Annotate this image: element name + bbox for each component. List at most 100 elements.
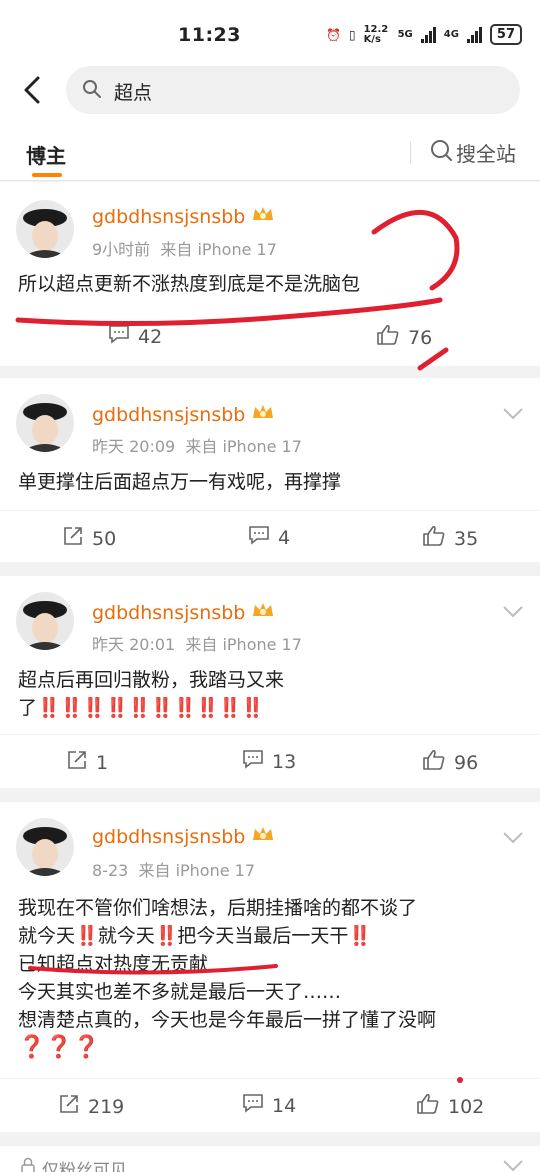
tab-bar: 博主 搜全站 xyxy=(0,120,540,181)
username[interactable]: gdbdhsnsjsnsbb xyxy=(92,600,275,625)
tab-bloggers[interactable]: 博主 xyxy=(26,140,66,169)
search-input[interactable] xyxy=(112,75,496,107)
like-count: 102 xyxy=(448,1095,485,1118)
repost-icon xyxy=(58,1093,80,1120)
post-text[interactable]: 我现在不管你们啥想法，后期挂播啥的都不谈了 就今天‼️就今天‼️把今天当最后一天… xyxy=(18,894,522,1062)
repost-button[interactable]: 50 xyxy=(62,525,116,552)
comment-icon xyxy=(248,525,270,550)
search-all-label: 搜全站 xyxy=(456,142,516,166)
like-count: 96 xyxy=(454,751,479,774)
repost-count: 1 xyxy=(96,751,109,774)
crown-badge-icon xyxy=(251,204,275,229)
battery-icon: 57 xyxy=(489,24,522,45)
comment-icon xyxy=(108,324,130,349)
post-card[interactable]: gdbdhsnsjsnsbb 昨天 20:09 来自 iPhone 17 单更撑… xyxy=(0,378,540,562)
search-icon xyxy=(82,79,102,103)
like-button[interactable]: 35 xyxy=(422,525,478,552)
post-actions: 50 4 35 xyxy=(0,510,540,567)
comment-button[interactable]: 42 xyxy=(108,324,162,349)
double-exclamation-mark: ‼️ xyxy=(348,925,372,947)
chevron-down-icon[interactable] xyxy=(502,830,524,844)
crown-badge-icon xyxy=(251,402,275,427)
signal-bars-icon xyxy=(420,26,436,43)
tab-indicator xyxy=(32,173,62,177)
post-source: 来自 iPhone 17 xyxy=(185,635,302,654)
username[interactable]: gdbdhsnsjsnsbb xyxy=(92,402,275,427)
comment-count: 42 xyxy=(138,325,163,348)
like-button[interactable]: 96 xyxy=(422,749,478,776)
post-meta: 9小时前 来自 iPhone 17 xyxy=(92,236,277,260)
comment-button[interactable]: 4 xyxy=(248,525,290,550)
post-time: 昨天 20:09 xyxy=(92,437,176,456)
post-card[interactable]: gdbdhsnsjsnsbb 8-23 来自 iPhone 17 我现在不管你们… xyxy=(0,802,540,1132)
post-card-partial[interactable]: 仅粉丝可见 xyxy=(0,1146,540,1172)
double-exclamation-mark: ‼️ xyxy=(154,925,179,947)
search-icon xyxy=(430,139,452,166)
post-source: 来自 iPhone 17 xyxy=(160,240,277,259)
double-exclamation-marks: ‼️‼️‼️‼️‼️‼️‼️‼️‼️‼️ xyxy=(37,697,265,719)
net-speed: 12.2 K/s xyxy=(363,23,389,45)
like-button[interactable]: 102 xyxy=(416,1093,484,1120)
double-exclamation-mark: ‼️ xyxy=(75,925,99,947)
like-icon xyxy=(422,749,446,776)
repost-icon xyxy=(62,525,84,552)
like-count: 35 xyxy=(454,527,479,550)
status-icons: ⏰ ▯ 12.2 K/s 5G 4G 57 xyxy=(326,24,522,45)
post-card[interactable]: gdbdhsnsjsnsbb 9小时前 来自 iPhone 17 所以超点更新不… xyxy=(0,182,540,366)
post-time: 8-23 xyxy=(92,861,129,880)
post-text-line: 我现在不管你们啥想法，后期挂播啥的都不谈了 xyxy=(18,897,418,919)
vibrate-icon: ▯ xyxy=(348,27,356,42)
search-header xyxy=(0,62,540,120)
avatar[interactable] xyxy=(16,818,74,876)
post-text[interactable]: 超点后再回归散粉，我踏马又来 了‼️‼️‼️‼️‼️‼️‼️‼️‼️‼️ xyxy=(18,666,522,722)
signal-4g: 4G xyxy=(443,29,459,40)
post-time: 昨天 20:01 xyxy=(92,635,176,654)
back-icon[interactable] xyxy=(20,74,48,106)
post-meta: 8-23 来自 iPhone 17 xyxy=(92,857,255,881)
post-text-line: 想清楚点真的，今天也是今年最后一拼了懂了没啊 xyxy=(18,1009,437,1031)
comment-icon xyxy=(242,1093,264,1118)
post-actions: 219 14 102 xyxy=(0,1078,540,1135)
post-text-line: 今天其实也差不多就是最后一天了…… xyxy=(18,981,342,1003)
repost-button[interactable]: 219 xyxy=(58,1093,124,1120)
post-meta: 昨天 20:01 来自 iPhone 17 xyxy=(92,631,302,655)
post-text[interactable]: 单更撑住后面超点万一有戏呢，再撑撑 xyxy=(18,468,522,496)
chevron-down-icon[interactable] xyxy=(502,1158,524,1172)
post-text-line: 超点后再回归散粉，我踏马又来 xyxy=(18,669,285,691)
repost-count: 50 xyxy=(92,527,117,550)
chevron-down-icon[interactable] xyxy=(502,406,524,420)
like-icon xyxy=(422,525,446,552)
lock-icon xyxy=(20,1157,36,1172)
post-text-line: 已知超点对热度无贡献 xyxy=(18,953,209,975)
status-bar: 11:23 ⏰ ▯ 12.2 K/s 5G 4G 57 xyxy=(0,0,540,70)
repost-icon xyxy=(66,749,88,776)
post-actions: 42 76 xyxy=(0,310,540,366)
avatar[interactable] xyxy=(16,200,74,258)
comment-count: 14 xyxy=(272,1094,297,1117)
tab-divider xyxy=(410,142,411,164)
chevron-down-icon[interactable] xyxy=(502,604,524,618)
crown-badge-icon xyxy=(251,824,275,849)
repost-button[interactable]: 1 xyxy=(66,749,108,776)
comment-button[interactable]: 14 xyxy=(242,1093,296,1118)
post-time: 9小时前 xyxy=(92,240,151,259)
search-bar[interactable] xyxy=(66,66,520,114)
comment-button[interactable]: 13 xyxy=(242,749,296,774)
post-meta: 昨天 20:09 来自 iPhone 17 xyxy=(92,433,302,457)
status-time: 11:23 xyxy=(178,24,241,46)
alarm-icon: ⏰ xyxy=(326,27,341,42)
avatar[interactable] xyxy=(16,394,74,452)
signal-bars-icon-2 xyxy=(466,26,482,43)
avatar[interactable] xyxy=(16,592,74,650)
post-card[interactable]: gdbdhsnsjsnsbb 昨天 20:01 来自 iPhone 17 超点后… xyxy=(0,576,540,788)
signal-5g: 5G xyxy=(397,29,413,40)
username[interactable]: gdbdhsnsjsnsbb xyxy=(92,824,275,849)
crown-badge-icon xyxy=(251,600,275,625)
username[interactable]: gdbdhsnsjsnsbb xyxy=(92,204,275,229)
like-icon xyxy=(376,324,400,351)
post-source: 来自 iPhone 17 xyxy=(138,861,256,880)
search-all-button[interactable]: 搜全站 xyxy=(430,138,516,167)
post-text[interactable]: 所以超点更新不涨热度到底是不是洗脑包 xyxy=(18,270,522,298)
like-button[interactable]: 76 xyxy=(376,324,432,351)
comment-count: 4 xyxy=(278,526,291,549)
